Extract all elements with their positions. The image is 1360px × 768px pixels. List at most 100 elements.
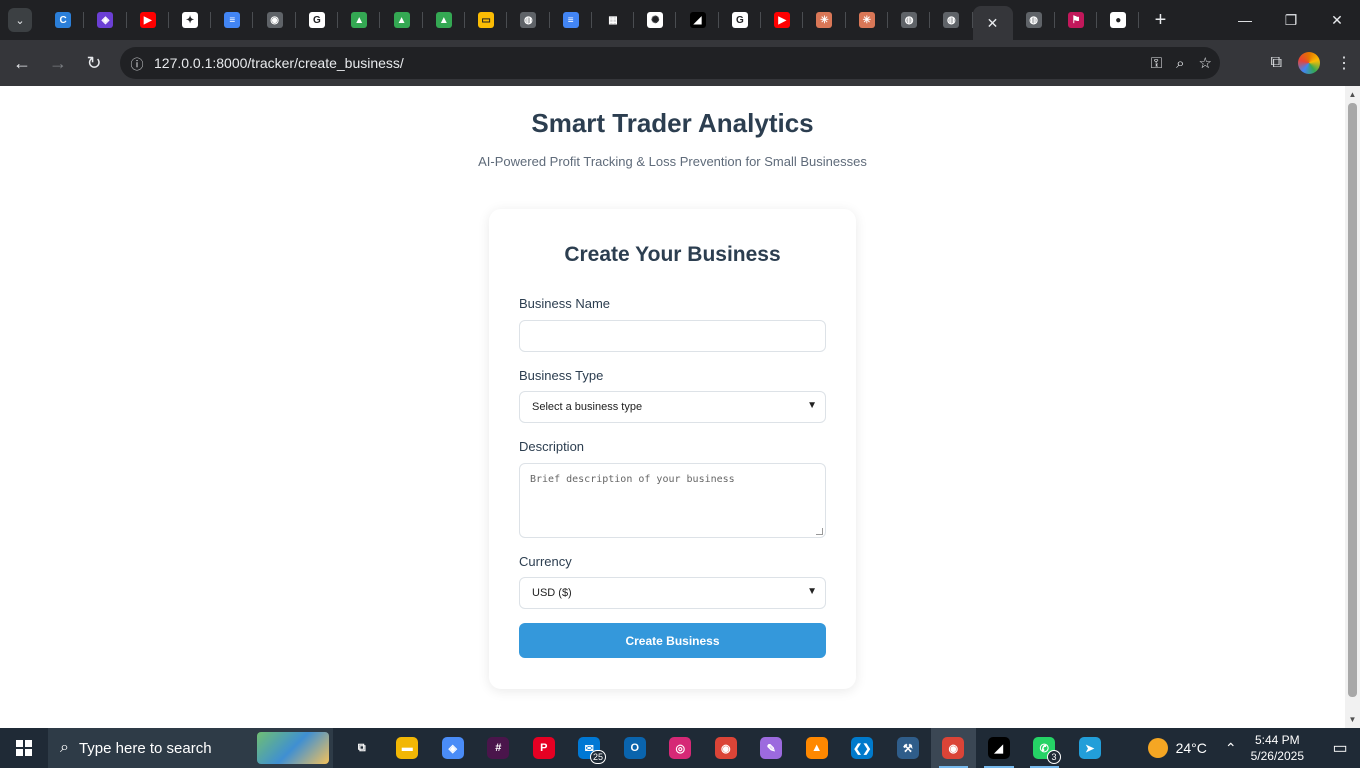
browser-tab[interactable]: ◉ — [253, 0, 297, 40]
active-tab-close-icon[interactable]: ✕ — [972, 6, 1013, 40]
scroll-down-icon[interactable]: ▼ — [1348, 715, 1357, 724]
claude-icon: ✳ — [858, 12, 875, 28]
back-icon[interactable]: ← — [4, 45, 40, 81]
zoom-icon[interactable]: ⌕ — [1176, 55, 1184, 72]
browser-tab[interactable]: ✳ — [846, 0, 889, 40]
currency-select[interactable]: USD ($) ▼ — [519, 577, 826, 609]
tab-search-dropdown-icon[interactable]: ⌄ — [8, 8, 32, 32]
clock[interactable]: 5:44 PM 5/26/2025 — [1251, 732, 1304, 764]
browser-tab[interactable]: ▲ — [423, 0, 466, 40]
start-button[interactable] — [0, 728, 48, 768]
browser-tab[interactable]: ✺ — [634, 0, 677, 40]
taskbar-app[interactable]: # — [476, 728, 522, 768]
address-bar[interactable]: ⓘ 127.0.0.1:8000/tracker/create_business… — [120, 47, 1220, 79]
taskbar-app[interactable]: ❮❯ — [840, 728, 886, 768]
docs-icon: ≡ — [562, 12, 579, 28]
description-textarea[interactable]: Brief description of your business — [519, 463, 826, 538]
browser-tab[interactable]: ▲ — [338, 0, 381, 40]
browser-tab[interactable]: ✦ — [169, 0, 212, 40]
browser-tab[interactable]: ≡ — [550, 0, 593, 40]
taskbar-app[interactable]: ✆ 3 — [1022, 728, 1068, 768]
business-type-label: Business Type — [519, 368, 604, 383]
taskbar-app[interactable]: ➤ — [1067, 728, 1113, 768]
taskbar-app[interactable]: ◢ — [976, 728, 1022, 768]
browser-tab[interactable]: C — [42, 0, 85, 40]
windows-logo-icon — [16, 740, 32, 756]
browser-tab[interactable]: ◍ — [888, 0, 931, 40]
more-menu-icon[interactable]: ⋮ — [1336, 53, 1352, 73]
browser-tab[interactable]: ≡ — [211, 0, 254, 40]
page-scrollbar[interactable]: ▲ ▼ — [1345, 86, 1360, 728]
browser-tab[interactable]: ● — [1097, 0, 1140, 40]
browser-tab[interactable]: ▭ — [465, 0, 508, 40]
mysql-workbench-icon: ⚒ — [896, 737, 919, 759]
taskbar-app[interactable]: ◎ — [658, 728, 704, 768]
create-business-button[interactable]: Create Business — [519, 623, 826, 658]
form-heading: Create Your Business — [564, 243, 781, 266]
chrome-profile-icon: ◉ — [942, 737, 965, 759]
taskbar-app[interactable]: P — [521, 728, 567, 768]
browser-tab[interactable]: ▲ — [380, 0, 423, 40]
drive-icon: ▲ — [351, 12, 368, 28]
taskbar-search[interactable]: ⌕ Type here to search — [48, 728, 333, 768]
business-name-input[interactable] — [519, 320, 826, 352]
windows-taskbar: ⌕ Type here to search ⧉ ▬ ◈ # P ✉ 25 O ◎ ◉ ✎ ▲ ❮❯ ⚒ ◉ ◢… — [0, 728, 1360, 768]
browser-tab[interactable]: ◍ — [507, 0, 550, 40]
browser-tab[interactable]: ⚑ — [1055, 0, 1098, 40]
browser-tab[interactable]: ✳ — [803, 0, 846, 40]
extensions-icon[interactable]: ⧉ — [1271, 54, 1282, 72]
scroll-up-icon[interactable]: ▲ — [1348, 90, 1357, 99]
taskbar-app[interactable]: ✉ 25 — [567, 728, 613, 768]
clock-time: 5:44 PM — [1254, 733, 1300, 747]
close-window-icon[interactable]: ✕ — [1314, 0, 1360, 40]
notification-badge: 25 — [589, 750, 606, 764]
toolbar-right: ⧉ ⋮ — [1271, 40, 1352, 86]
google-icon: G — [308, 12, 325, 28]
url-text[interactable]: 127.0.0.1:8000/tracker/create_business/ — [154, 55, 404, 71]
restore-icon[interactable]: ❐ — [1268, 0, 1314, 40]
business-type-select[interactable]: Select a business type ▼ — [519, 391, 826, 423]
password-key-icon[interactable]: ⚿ — [1151, 55, 1162, 72]
browser-tab[interactable]: ◢ — [676, 0, 720, 40]
taskbar-app[interactable]: ◉ — [703, 728, 749, 768]
description-label: Description — [519, 439, 585, 454]
new-tab-button[interactable]: + — [1145, 5, 1175, 35]
slides-icon: ▭ — [478, 12, 495, 28]
browser-tab[interactable]: ▶ — [761, 0, 804, 40]
shield-app-icon: ◈ — [97, 12, 114, 28]
copilot-icon: C — [55, 12, 72, 28]
minimize-icon[interactable]: — — [1222, 0, 1268, 40]
browser-tab[interactable]: G — [296, 0, 339, 40]
taskbar-app[interactable]: ⧉ — [339, 728, 385, 768]
scroll-thumb[interactable] — [1348, 103, 1357, 697]
browser-tab[interactable]: ▶ — [127, 0, 170, 40]
taskbar-app[interactable]: ◈ — [430, 728, 476, 768]
browser-tab[interactable]: ◍ — [930, 0, 973, 40]
taskbar-app[interactable]: O — [612, 728, 658, 768]
chrome-app-icon: ◉ — [714, 737, 737, 759]
instagram-icon: ◎ — [669, 737, 692, 759]
taskbar-app[interactable]: ◉ — [930, 728, 976, 768]
forward-icon[interactable]: → — [40, 45, 76, 81]
youtube-icon: ▶ — [139, 12, 156, 28]
taskbar-app[interactable]: ✎ — [749, 728, 795, 768]
paint-icon: ✎ — [760, 737, 783, 759]
profile-avatar[interactable] — [1298, 52, 1320, 74]
browser-tab[interactable]: ◍ — [1013, 0, 1056, 40]
currency-label: Currency — [519, 554, 572, 569]
browser-tab[interactable]: ◈ — [84, 0, 127, 40]
browser-tab[interactable]: G — [719, 0, 762, 40]
taskbar-app[interactable]: ⚒ — [885, 728, 931, 768]
weather-widget[interactable]: 24°C — [1147, 738, 1207, 758]
chevron-up-icon[interactable]: ⌃ — [1225, 740, 1237, 757]
browser-tab[interactable]: ▦ — [592, 0, 635, 40]
resize-handle-icon[interactable] — [816, 528, 823, 535]
site-info-icon[interactable]: ⓘ — [120, 54, 154, 73]
notifications-icon[interactable]: ▭ — [1320, 728, 1360, 768]
bookmark-star-icon[interactable]: ☆ — [1199, 54, 1212, 72]
taskbar-app[interactable]: ▬ — [385, 728, 431, 768]
site-title: Smart Trader Analytics — [531, 108, 814, 138]
clock-date: 5/26/2025 — [1250, 749, 1304, 763]
reload-icon[interactable]: ↻ — [76, 45, 112, 81]
taskbar-app[interactable]: ▲ — [794, 728, 840, 768]
